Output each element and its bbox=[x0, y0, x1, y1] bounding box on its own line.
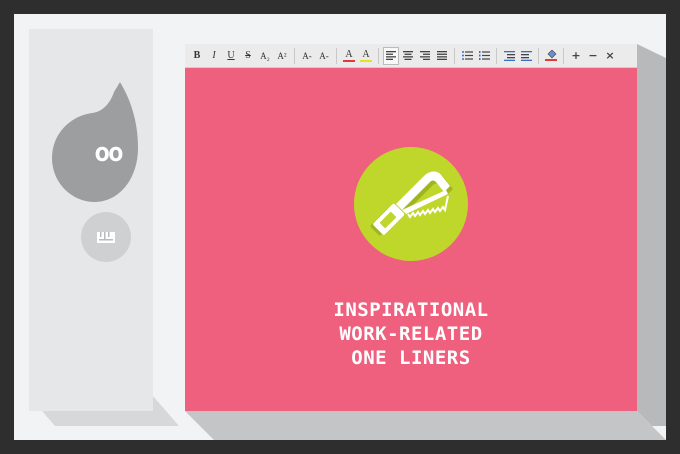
outdent-button[interactable] bbox=[501, 47, 517, 65]
paint-bucket-icon bbox=[547, 50, 556, 59]
toolbar-divider bbox=[294, 47, 295, 64]
toolbar-divider bbox=[496, 47, 497, 64]
toolbar-divider bbox=[378, 47, 379, 64]
bullet-list-button[interactable] bbox=[459, 47, 475, 65]
add-button[interactable]: + bbox=[568, 47, 584, 65]
editor-toolbar: B I U S A₂ A² A- A- A A + − × bbox=[185, 44, 637, 68]
subscript-button[interactable]: A₂ bbox=[257, 47, 273, 65]
align-right-button[interactable] bbox=[417, 47, 433, 65]
align-left-icon bbox=[386, 51, 396, 60]
justify-icon bbox=[437, 51, 447, 60]
toolbar-divider bbox=[538, 47, 539, 64]
toolbar-divider bbox=[563, 47, 564, 64]
highlight-swatch bbox=[360, 60, 372, 62]
minimize-button[interactable]: − bbox=[585, 47, 601, 65]
bold-button[interactable]: B bbox=[189, 47, 205, 65]
superscript-button[interactable]: A² bbox=[274, 47, 290, 65]
decrease-font-button[interactable]: A- bbox=[299, 47, 315, 65]
bullet-list-icon bbox=[461, 51, 473, 60]
align-center-icon bbox=[403, 51, 413, 60]
strikethrough-button[interactable]: S bbox=[240, 47, 256, 65]
align-right-icon bbox=[420, 51, 430, 60]
fill-color-swatch bbox=[545, 59, 557, 61]
outdent-icon bbox=[503, 50, 515, 61]
numbered-list-icon bbox=[478, 51, 490, 60]
headline: INSPIRATIONAL WORK-RELATED ONE LINERS bbox=[260, 298, 562, 370]
align-center-button[interactable] bbox=[400, 47, 416, 65]
highlight-label: A bbox=[362, 49, 370, 60]
align-left-button[interactable] bbox=[383, 46, 399, 65]
toolbar-divider bbox=[336, 47, 337, 64]
headline-line-1: INSPIRATIONAL bbox=[333, 299, 489, 321]
hacksaw-icon bbox=[370, 171, 453, 236]
headline-line-2: WORK-RELATED bbox=[339, 323, 483, 345]
editor-shadow-bottom bbox=[185, 411, 666, 440]
italic-button[interactable]: I bbox=[206, 47, 222, 65]
highlight-button[interactable]: A bbox=[358, 47, 374, 65]
headline-line-3: ONE LINERS bbox=[351, 347, 471, 369]
fill-color-button[interactable] bbox=[543, 47, 559, 65]
font-color-button[interactable]: A bbox=[341, 47, 357, 65]
font-color-label: A bbox=[345, 49, 353, 60]
close-button[interactable]: × bbox=[602, 47, 618, 65]
indent-icon bbox=[520, 50, 532, 61]
underline-button[interactable]: U bbox=[223, 47, 239, 65]
indent-button[interactable] bbox=[518, 47, 534, 65]
quote-text: oo bbox=[94, 138, 123, 168]
font-color-swatch bbox=[343, 60, 355, 62]
justify-button[interactable] bbox=[434, 47, 450, 65]
ruler-icon bbox=[97, 232, 115, 243]
numbered-list-button[interactable] bbox=[476, 47, 492, 65]
editor-shadow-right bbox=[637, 44, 666, 426]
toolbar-divider bbox=[454, 47, 455, 64]
increase-font-button[interactable]: A- bbox=[316, 47, 332, 65]
